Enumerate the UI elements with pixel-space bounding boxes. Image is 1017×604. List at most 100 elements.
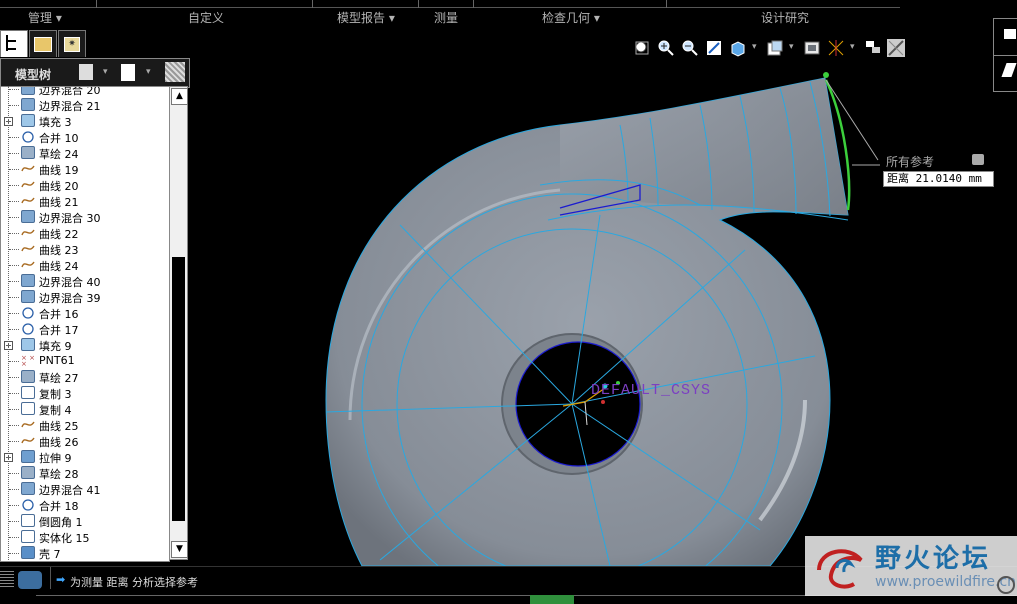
tree-item-label: 曲线 21 (39, 196, 79, 209)
tree-item-label: 合并 10 (39, 132, 79, 145)
repaint-icon[interactable] (705, 39, 723, 57)
watermark-url: www.proewildfire.cn (875, 574, 1017, 590)
settings-list-icon[interactable] (121, 64, 135, 81)
tab-favorites[interactable]: ✷ (58, 30, 86, 57)
tree-item-label: 合并 17 (39, 324, 79, 337)
tree-item[interactable]: + 填充 9 (1, 337, 169, 353)
menu-model-report[interactable]: 模型报告 ▾ (337, 9, 395, 26)
curve-icon (21, 162, 35, 175)
tree-item[interactable]: 边界混合 30 (1, 209, 169, 225)
tree-item[interactable]: 合并 16 (1, 305, 169, 321)
tree-item-label: 曲线 22 (39, 228, 79, 241)
tree-item[interactable]: 合并 18 (1, 497, 169, 513)
chevron-down-icon[interactable]: ▾ (789, 42, 794, 52)
tree-item-label: 复制 4 (39, 404, 72, 417)
curve-icon (21, 434, 35, 447)
tree-item[interactable]: 边界混合 20 (1, 87, 169, 97)
tree-item-label: 边界混合 21 (39, 100, 101, 113)
tree-item-label: 拉伸 9 (39, 452, 72, 465)
tree-item[interactable]: 曲线 19 (1, 161, 169, 177)
menu-design-study[interactable]: 设计研究 (761, 9, 809, 26)
chevron-down-icon[interactable]: ▾ (850, 42, 855, 52)
tree-item[interactable]: 复制 4 (1, 401, 169, 417)
tree-item[interactable]: 合并 17 (1, 321, 169, 337)
tree-item[interactable]: 壳 7 (1, 545, 169, 561)
tree-item-label: 曲线 26 (39, 436, 79, 449)
tab-model-tree[interactable] (0, 30, 28, 57)
tree-item[interactable]: 草绘 24 (1, 145, 169, 161)
sketch-icon (21, 146, 35, 159)
curve-icon (21, 178, 35, 191)
boundary-blend-icon (21, 87, 35, 95)
menu-manage[interactable]: 管理 ▾ (28, 9, 62, 26)
merge-icon (21, 130, 35, 143)
zoom-fit-icon[interactable] (633, 39, 651, 57)
zoom-in-icon[interactable] (657, 39, 675, 57)
tree-item[interactable]: 倒圆角 1 (1, 513, 169, 529)
tree-item[interactable]: 曲线 23 (1, 241, 169, 257)
tree-item[interactable]: 边界混合 41 (1, 481, 169, 497)
menu-measure[interactable]: 测量 (434, 9, 458, 26)
shell-icon (21, 546, 35, 559)
tree-item[interactable]: + 填充 3 (1, 113, 169, 129)
tree-item[interactable]: 曲线 22 (1, 225, 169, 241)
chevron-down-icon[interactable]: ▾ (146, 67, 151, 77)
svg-text:×: × (21, 360, 27, 367)
tree-item-label: 倒圆角 1 (39, 516, 83, 529)
round-icon (21, 514, 35, 527)
tree-item[interactable]: 曲线 26 (1, 433, 169, 449)
solidify-icon (21, 530, 35, 543)
merge-icon (21, 498, 35, 511)
tree-item[interactable]: 草绘 28 (1, 465, 169, 481)
menu-customize[interactable]: 自定义 (188, 9, 224, 26)
tab-folder-browser[interactable] (29, 30, 57, 57)
side-panel-toggle[interactable] (993, 18, 1017, 92)
tools-icon[interactable] (79, 64, 93, 80)
tree-item[interactable]: 曲线 25 (1, 417, 169, 433)
tree-item[interactable]: 曲线 24 (1, 257, 169, 273)
tree-item[interactable]: × × × PNT61 (1, 353, 169, 369)
tree-item[interactable]: 曲线 20 (1, 177, 169, 193)
scroll-up-button[interactable]: ▲ (171, 88, 188, 105)
saved-views-icon[interactable] (766, 39, 784, 57)
model-viewport[interactable] (190, 36, 1017, 566)
menu-inspect-geometry[interactable]: 检查几何 ▾ (542, 9, 600, 26)
show-hide-icon[interactable] (165, 62, 185, 82)
chevron-down-icon[interactable]: ▾ (103, 67, 108, 77)
search-icon[interactable] (997, 576, 1015, 594)
boundary-blend-icon (21, 210, 35, 223)
smart-filter-icon[interactable] (18, 571, 42, 589)
view-manager-icon[interactable] (803, 39, 821, 57)
favorites-icon: ✷ (64, 37, 80, 52)
folder-icon (34, 37, 52, 52)
tree-item[interactable]: 合并 10 (1, 129, 169, 145)
tree-item[interactable]: 曲线 21 (1, 193, 169, 209)
model-display-icon[interactable] (887, 39, 905, 57)
collapse-icon[interactable] (972, 154, 984, 165)
curve-icon (21, 242, 35, 255)
tree-item[interactable]: 复制 3 (1, 385, 169, 401)
tree-item[interactable]: + 拉伸 9 (1, 449, 169, 465)
copy-icon (21, 386, 35, 399)
tree-item[interactable]: 边界混合 39 (1, 289, 169, 305)
tree-item[interactable]: 边界混合 40 (1, 273, 169, 289)
tree-item[interactable]: 实体化 15 (1, 529, 169, 545)
curve-icon (21, 418, 35, 431)
zoom-out-icon[interactable] (681, 39, 699, 57)
scroll-down-button[interactable]: ▼ (171, 541, 188, 558)
scroll-thumb[interactable] (172, 257, 185, 521)
sketch-icon (21, 370, 35, 383)
tree-scrollbar[interactable]: ▲ ▼ (169, 86, 188, 560)
tree-item-label: 曲线 20 (39, 180, 79, 193)
datum-point-icon: × × × (21, 354, 35, 368)
display-style-icon[interactable] (729, 39, 747, 57)
grip-icon[interactable] (0, 571, 14, 587)
tree-item-label: 曲线 24 (39, 260, 79, 273)
chevron-down-icon[interactable]: ▾ (752, 42, 757, 52)
tree-item-label: 曲线 19 (39, 164, 79, 177)
tree-item[interactable]: 边界混合 21 (1, 97, 169, 113)
status-message: 为测量 距离 分析选择参考 (70, 576, 198, 589)
tree-item[interactable]: 草绘 27 (1, 369, 169, 385)
datum-display-icon[interactable] (827, 39, 845, 57)
spin-center-icon[interactable] (864, 39, 882, 57)
